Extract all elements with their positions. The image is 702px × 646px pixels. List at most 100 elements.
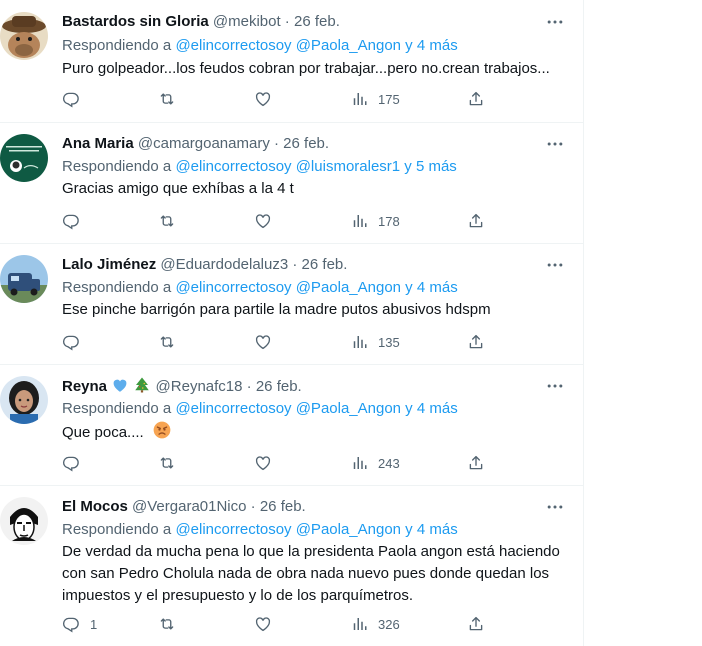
replying-to-label: Respondiendo a (62, 400, 172, 417)
like-button[interactable] (254, 331, 272, 353)
views-icon (350, 90, 368, 108)
tweet-actions: 178 (62, 210, 502, 232)
replying-to-links[interactable]: @elincorrectosoy @Paola_Angon y 4 más (175, 521, 457, 538)
reply-button[interactable] (62, 88, 90, 110)
reply-button[interactable] (62, 210, 90, 232)
user-avatar[interactable] (0, 497, 48, 545)
replying-to-links[interactable]: @elincorrectosoy @Paola_Angon y 4 más (175, 37, 457, 54)
tweet-date[interactable]: 26 feb. (302, 256, 348, 273)
user-avatar[interactable] (0, 134, 48, 182)
share-icon (467, 90, 485, 108)
share-icon (467, 454, 485, 472)
tweet-item[interactable]: Lalo Jiménez @Eduardodelaluz3 · 26 feb. … (0, 243, 583, 365)
user-avatar[interactable] (0, 376, 48, 424)
tweet-header: Lalo Jiménez @Eduardodelaluz3 · 26 feb. (62, 256, 348, 273)
replying-to: Respondiendo a @elincorrectosoy @Paola_A… (62, 520, 458, 540)
views-count: 243 (378, 455, 400, 471)
tweet-text: Puro golpeador...los feudos cobran por t… (62, 60, 550, 77)
tweet-actions: 243 (62, 452, 502, 474)
retweet-icon (158, 615, 176, 633)
like-icon (254, 212, 272, 230)
share-button[interactable] (467, 88, 485, 110)
author-name[interactable]: Bastardos sin Gloria (62, 13, 209, 30)
replying-to-label: Respondiendo a (62, 279, 172, 296)
retweet-button[interactable] (158, 331, 176, 353)
views-button[interactable]: 326 (350, 613, 400, 635)
share-button[interactable] (467, 452, 485, 474)
retweet-button[interactable] (158, 613, 176, 635)
like-button[interactable] (254, 88, 272, 110)
reply-button[interactable] (62, 452, 90, 474)
replying-to-label: Respondiendo a (62, 521, 172, 538)
more-options-icon[interactable] (545, 255, 565, 275)
author-handle[interactable]: @mekibot (213, 13, 281, 30)
like-icon (254, 333, 272, 351)
replying-to-links[interactable]: @elincorrectosoy @Paola_Angon y 4 más (175, 400, 457, 417)
author-name[interactable]: Reyna (62, 378, 107, 395)
views-button[interactable]: 175 (350, 88, 400, 110)
retweet-icon (158, 90, 176, 108)
author-handle[interactable]: @Eduardodelaluz3 (160, 256, 288, 273)
tweet-header: Bastardos sin Gloria @mekibot · 26 feb. (62, 13, 340, 30)
tweet-text: De verdad da mucha pena lo que la presid… (62, 543, 560, 604)
tweet-item[interactable]: Ana Maria @camargoanamary · 26 feb. Resp… (0, 122, 583, 244)
author-handle[interactable]: @camargoanamary (138, 135, 270, 152)
reply-icon (62, 454, 80, 472)
share-button[interactable] (467, 210, 485, 232)
author-name[interactable]: Lalo Jiménez (62, 256, 156, 273)
user-avatar[interactable] (0, 255, 48, 303)
reply-button[interactable] (62, 331, 90, 353)
replying-to-links[interactable]: @elincorrectosoy @luismoralesr1 y 5 más (175, 158, 456, 175)
replying-to: Respondiendo a @elincorrectosoy @Paola_A… (62, 399, 458, 419)
tweet-date[interactable]: 26 feb. (256, 378, 302, 395)
views-button[interactable]: 135 (350, 331, 400, 353)
share-icon (467, 615, 485, 633)
reply-feed: Bastardos sin Gloria @mekibot · 26 feb. … (0, 0, 584, 646)
share-button[interactable] (467, 613, 485, 635)
like-button[interactable] (254, 452, 272, 474)
tweet-header: Ana Maria @camargoanamary · 26 feb. (62, 135, 330, 152)
views-count: 135 (378, 334, 400, 350)
tweet-item[interactable]: El Mocos @Vergara01Nico · 26 feb. Respon… (0, 485, 583, 646)
share-icon (467, 333, 485, 351)
tweet-item[interactable]: Bastardos sin Gloria @mekibot · 26 feb. … (0, 0, 583, 123)
tweet-item[interactable]: Reyna @Reynafc18 · 26 feb. Respondiendo … (0, 364, 583, 486)
tweet-date[interactable]: 26 feb. (283, 135, 329, 152)
more-options-icon[interactable] (545, 376, 565, 396)
author-handle[interactable]: @Vergara01Nico (132, 498, 246, 515)
tweet-date[interactable]: 26 feb. (260, 498, 306, 515)
tweet-actions: 135 (62, 331, 502, 353)
retweet-button[interactable] (158, 452, 176, 474)
author-name[interactable]: Ana Maria (62, 135, 134, 152)
views-count: 326 (378, 616, 400, 632)
angry-face-icon (153, 421, 171, 439)
reply-button[interactable]: 1 (62, 613, 97, 635)
like-button[interactable] (254, 210, 272, 232)
more-options-icon[interactable] (545, 497, 565, 517)
tweet-header: Reyna @Reynafc18 · 26 feb. (62, 377, 302, 395)
views-button[interactable]: 178 (350, 210, 400, 232)
author-handle[interactable]: @Reynafc18 (156, 378, 243, 395)
user-avatar[interactable] (0, 12, 48, 60)
tweet-date[interactable]: 26 feb. (294, 13, 340, 30)
reply-count: 1 (90, 616, 98, 632)
views-icon (350, 454, 368, 472)
views-count: 175 (378, 91, 400, 107)
retweet-button[interactable] (158, 88, 176, 110)
more-options-icon[interactable] (545, 134, 565, 154)
replying-to: Respondiendo a @elincorrectosoy @luismor… (62, 157, 457, 177)
more-options-icon[interactable] (545, 12, 565, 32)
replying-to-links[interactable]: @elincorrectosoy @Paola_Angon y 4 más (175, 279, 457, 296)
retweet-button[interactable] (158, 210, 176, 232)
like-button[interactable] (254, 613, 272, 635)
replying-to-label: Respondiendo a (62, 37, 172, 54)
retweet-icon (158, 212, 176, 230)
like-icon (254, 454, 272, 472)
tweet-actions: 1 326 (62, 613, 502, 635)
share-button[interactable] (467, 331, 485, 353)
reply-icon (62, 212, 80, 230)
retweet-icon (158, 454, 176, 472)
replying-to: Respondiendo a @elincorrectosoy @Paola_A… (62, 36, 458, 56)
views-button[interactable]: 243 (350, 452, 400, 474)
author-name[interactable]: El Mocos (62, 498, 128, 515)
